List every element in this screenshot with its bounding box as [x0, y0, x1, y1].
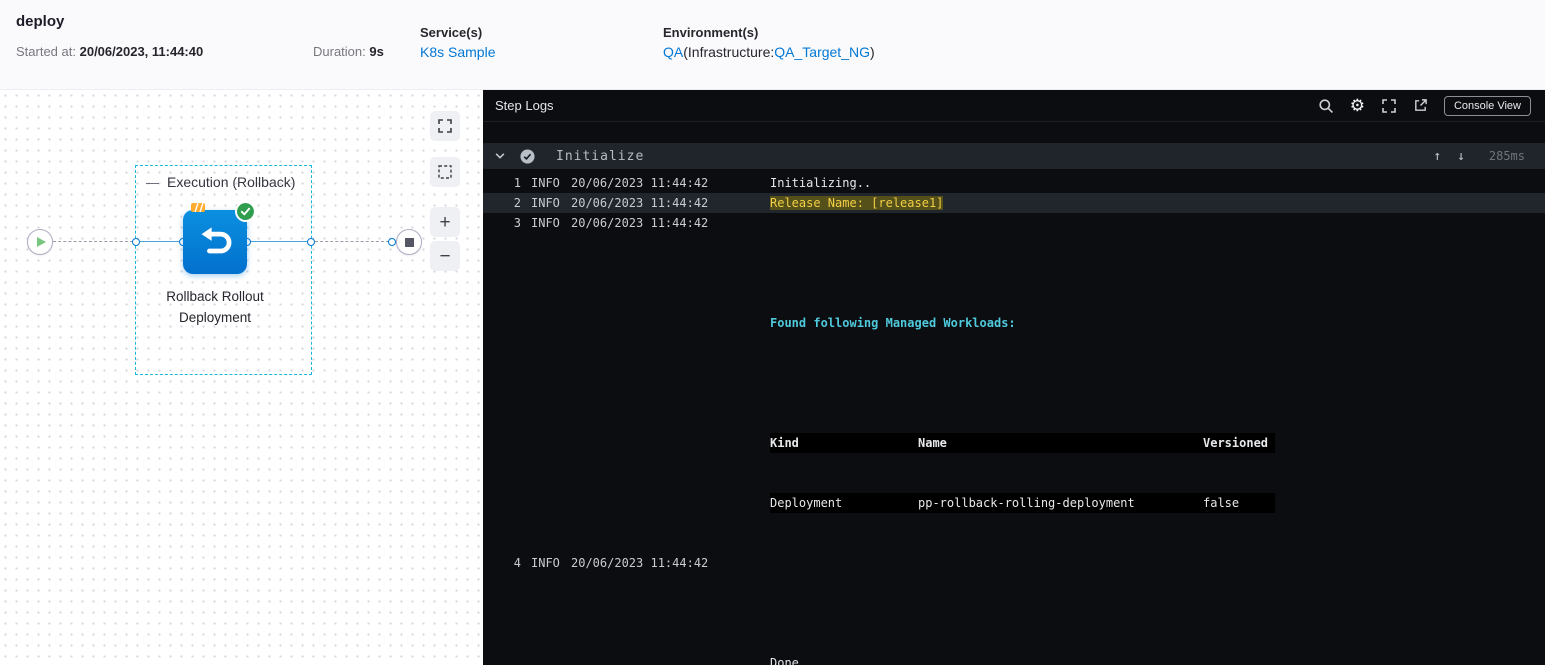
canvas-fit-view-button[interactable] [430, 111, 460, 141]
barrier-icon [191, 202, 205, 213]
log-time: 20/06/2023 11:44:42 [571, 196, 709, 210]
log-line: 4 INFO 20/06/2023 11:44:42 Done. [483, 553, 1545, 665]
duration: Duration: 9s [313, 44, 384, 59]
step-node-rollback-rollout-deployment[interactable] [183, 202, 254, 274]
stop-icon [404, 237, 414, 247]
pipeline-name: deploy [16, 13, 65, 30]
fullscreen-button[interactable] [1381, 98, 1397, 114]
workloads-table-header: Kind Name Versioned [770, 433, 1545, 453]
log-message: Done. [770, 656, 807, 665]
log-level: INFO [531, 216, 560, 230]
canvas-select-button[interactable] [430, 157, 460, 187]
started-at-value: 20/06/2023, 11:44:40 [79, 44, 204, 59]
execution-stage-label: — Execution (Rollback) [146, 174, 295, 190]
expand-icon [438, 119, 452, 133]
link-point [132, 238, 140, 246]
rollback-icon [201, 227, 232, 254]
edge-into-step [140, 241, 182, 242]
console-header: Step Logs ⚙ Console View [483, 90, 1545, 122]
log-message: Initializing.. [770, 176, 872, 190]
zoom-out-button[interactable]: − [430, 241, 460, 271]
log-message [770, 593, 1545, 613]
pipeline-canvas[interactable]: — Execution (Rollback) Rollback Rollout … [0, 90, 483, 665]
line-number: 3 [513, 216, 521, 230]
log-section-header-initialize[interactable]: Initialize ↑ ↓ 285ms [483, 143, 1545, 169]
execution-stage-title: Execution (Rollback) [167, 174, 296, 190]
edge-start-to-group [53, 241, 133, 242]
step-node-label: Rollback Rollout Deployment [166, 289, 264, 325]
console-view-button[interactable]: Console View [1443, 95, 1531, 116]
log-message-workloads: Found following Managed Workloads: [770, 316, 1016, 330]
section-duration: 285ms [1488, 149, 1525, 163]
services-label: Service(s) [420, 25, 483, 40]
end-node [396, 229, 422, 255]
environment-value: QA(Infrastructure:QA_Target_NG) [663, 44, 875, 60]
scroll-to-top-button[interactable]: ↑ [1433, 149, 1441, 164]
service-link[interactable]: K8s Sample [420, 44, 495, 60]
gear-icon: ⚙ [1349, 96, 1365, 115]
log-line: 1 INFO 20/06/2023 11:44:42 Initializing.… [483, 173, 1545, 193]
duration-value: 9s [369, 44, 384, 59]
play-icon [37, 237, 46, 247]
search-icon [1319, 98, 1333, 113]
console-title: Step Logs [495, 98, 554, 113]
fullscreen-icon [1382, 98, 1396, 113]
plus-icon: + [439, 211, 451, 233]
log-line: 3 INFO 20/06/2023 11:44:42 Found followi… [483, 213, 1545, 553]
check-circle-icon [520, 148, 535, 164]
started-at-label: Started at: [16, 44, 76, 59]
console-toolbar: ⚙ Console View [1318, 95, 1531, 116]
start-node [27, 229, 53, 255]
environments-label: Environment(s) [663, 25, 759, 40]
execution-header: deploy Started at: 20/06/2023, 11:44:40 … [0, 0, 1545, 90]
line-number: 4 [513, 556, 521, 570]
section-title: Initialize [556, 148, 645, 164]
environment-link[interactable]: QA [663, 44, 683, 60]
log-level: INFO [531, 176, 560, 190]
workloads-table-row: Deployment pp-rollback-rolling-deployment… [770, 493, 1545, 513]
log-area: Initialize ↑ ↓ 285ms 1 INFO 20/06/2023 1… [483, 122, 1545, 665]
zoom-in-button[interactable]: + [430, 207, 460, 237]
search-button[interactable] [1318, 98, 1334, 114]
settings-button[interactable]: ⚙ [1350, 97, 1365, 114]
chevron-down-icon[interactable] [493, 150, 507, 162]
link-point [307, 238, 315, 246]
step-logs-panel: Step Logs ⚙ Console View Initialize ↑ ↓ … [483, 90, 1545, 665]
started-at: Started at: 20/06/2023, 11:44:40 [16, 44, 203, 59]
section-logs-initialize: 1 INFO 20/06/2023 11:44:42 Initializing.… [483, 173, 1545, 665]
log-message [770, 253, 1545, 273]
log-time: 20/06/2023 11:44:42 [571, 556, 709, 570]
duration-label: Duration: [313, 44, 366, 59]
infrastructure-suffix: ) [869, 44, 875, 60]
collapse-group-icon[interactable]: — [146, 175, 159, 190]
log-message-highlight: Release Name: [release1] [770, 196, 944, 210]
success-check-icon [237, 203, 254, 220]
scroll-to-bottom-button[interactable]: ↓ [1457, 149, 1465, 164]
edge-group-to-end [315, 241, 389, 242]
infrastructure-prefix: (Infrastructure: [683, 44, 775, 60]
marquee-select-icon [438, 165, 452, 179]
log-level: INFO [531, 556, 560, 570]
line-number: 1 [513, 176, 521, 190]
line-number: 2 [513, 196, 521, 210]
log-line-highlighted: 2 INFO 20/06/2023 11:44:42 Release Name:… [483, 193, 1545, 213]
open-in-new-button[interactable] [1413, 98, 1428, 113]
log-level: INFO [531, 196, 560, 210]
minus-icon: − [439, 245, 451, 267]
edge-out-of-step [249, 241, 308, 242]
log-time: 20/06/2023 11:44:42 [571, 176, 709, 190]
log-time: 20/06/2023 11:44:42 [571, 216, 709, 230]
infrastructure-link[interactable]: QA_Target_NG [774, 44, 870, 60]
link-point [388, 238, 396, 246]
open-in-new-icon [1415, 99, 1427, 111]
